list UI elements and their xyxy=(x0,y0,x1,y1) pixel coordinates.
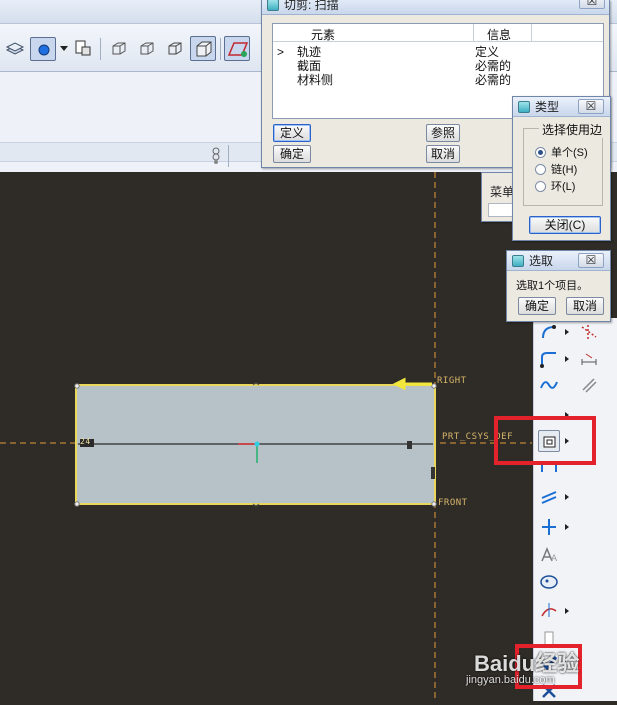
expand-arrow-icon[interactable] xyxy=(565,494,569,500)
centerline-icon[interactable] xyxy=(538,516,560,538)
fillet-tool-icon[interactable] xyxy=(538,348,560,370)
close-dialog-button[interactable]: 关闭(C) xyxy=(529,216,601,234)
expand-arrow-icon[interactable] xyxy=(565,329,569,335)
spline-tool-icon[interactable] xyxy=(538,374,560,396)
radio-chain[interactable]: 链(H) xyxy=(535,163,577,177)
close-button[interactable]: ☒ xyxy=(578,99,604,114)
define-button[interactable]: 定义 xyxy=(273,124,311,142)
right-datum-label: RIGHT xyxy=(437,376,467,386)
radio-dot xyxy=(535,147,546,158)
menu-label[interactable]: 菜单 xyxy=(490,183,514,200)
radio-label: 单个(S) xyxy=(551,147,588,159)
element-name: 轨迹 xyxy=(297,45,322,59)
element-info: 必需的 xyxy=(475,73,512,87)
column-header-info[interactable]: 信息 xyxy=(487,26,511,43)
radio-label: 链(H) xyxy=(551,164,578,176)
arc-tool-icon[interactable] xyxy=(538,321,560,343)
trim-tool-icon[interactable] xyxy=(578,321,600,343)
palette-icon[interactable] xyxy=(538,571,560,593)
select-message: 选取1个项目。 xyxy=(516,280,589,292)
dialog-title-bar: 类型 ☒ xyxy=(513,97,610,117)
expand-arrow-icon[interactable] xyxy=(565,524,569,530)
column-header-element[interactable]: 元素 xyxy=(311,26,335,43)
line-chain-icon[interactable] xyxy=(538,486,560,508)
expand-arrow-icon[interactable] xyxy=(565,608,569,614)
radio-dot xyxy=(535,164,546,175)
dialog-title-bar: 切剪: 扫描 ☒ xyxy=(262,0,609,15)
divide-tool-icon[interactable] xyxy=(538,599,560,621)
cancel-button[interactable]: 取消 xyxy=(566,297,604,315)
type-dialog: 类型 ☒ 选择使用边 单个(S) 链(H) 环(L) 关闭(C) xyxy=(512,96,611,241)
svg-text:A: A xyxy=(551,554,558,564)
radio-loop[interactable]: 环(L) xyxy=(535,180,575,194)
list-item[interactable]: 材料侧 必需的 xyxy=(273,74,603,87)
app-icon xyxy=(267,0,279,11)
ok-button[interactable]: 确定 xyxy=(518,297,556,315)
group-label: 选择使用边 xyxy=(539,121,606,138)
list-header: 元素 信息 xyxy=(273,24,603,42)
app-icon xyxy=(512,255,524,267)
dialog-title-bar: 选取 ☒ xyxy=(507,251,610,271)
radio-single[interactable]: 单个(S) xyxy=(535,146,588,160)
element-info: 定义 xyxy=(475,45,500,59)
app-icon xyxy=(518,101,530,113)
refs-button[interactable]: 参照 xyxy=(426,124,460,142)
element-info: 必需的 xyxy=(475,59,512,73)
element-name: 材料侧 xyxy=(297,73,334,87)
cancel-button[interactable]: 取消 xyxy=(426,145,460,163)
select-dialog: 选取 ☒ 选取1个项目。 确定 取消 xyxy=(506,250,611,322)
list-item[interactable]: 截面 必需的 xyxy=(273,60,603,73)
ok-button[interactable]: 确定 xyxy=(273,145,311,163)
dimension-tool-icon[interactable] xyxy=(578,348,600,370)
dialog-title: 选取 xyxy=(529,254,554,268)
front-datum-label: FRONT xyxy=(438,498,468,508)
highlight-offset-edge xyxy=(494,416,596,465)
list-item[interactable]: > 轨迹 定义 xyxy=(273,46,603,59)
radio-dot xyxy=(535,181,546,192)
current-marker: > xyxy=(277,45,285,59)
element-name: 截面 xyxy=(297,59,322,73)
modify-tool-icon[interactable] xyxy=(578,374,600,396)
dialog-title: 切剪: 扫描 xyxy=(284,0,339,12)
text-tool-icon[interactable]: A xyxy=(538,544,560,566)
dialog-title: 类型 xyxy=(535,100,560,114)
watermark-url: jingyan.baidu.com xyxy=(466,674,555,686)
trajectory-mark: 24 xyxy=(80,437,91,446)
close-button[interactable]: ☒ xyxy=(578,253,604,268)
expand-arrow-icon[interactable] xyxy=(565,356,569,362)
close-button[interactable]: ☒ xyxy=(579,0,605,9)
radio-label: 环(L) xyxy=(551,181,576,193)
